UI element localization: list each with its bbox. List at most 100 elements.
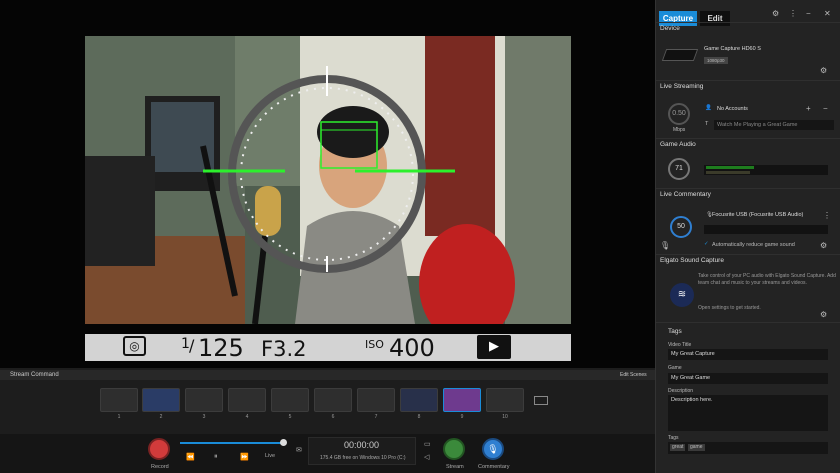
sound-capture-section: Elgato Sound Capture ≋ Take control of y… (656, 254, 840, 322)
scene-number: 4 (245, 414, 249, 420)
seek-track[interactable] (180, 442, 284, 444)
settings-icon[interactable]: ⚙ (772, 10, 780, 18)
pause-icon[interactable]: ⏸ (214, 453, 218, 461)
edit-scenes-link[interactable]: Edit Scenes (620, 370, 647, 380)
sound-capture-link[interactable]: Open settings to get started. (698, 305, 761, 311)
stream-title-input[interactable]: Watch Me Playing a Great Game (714, 120, 834, 130)
account-icon: 👤 (705, 105, 712, 111)
reduce-game-sound-label: Automatically reduce game sound (712, 242, 795, 248)
stream-command-bar: Stream Command Edit Scenes 1 2 3 4 5 6 7… (0, 368, 655, 473)
scene-thumb[interactable] (357, 388, 395, 412)
seek-handle[interactable] (280, 439, 287, 446)
account-select[interactable]: No Accounts (714, 104, 798, 114)
timer-display: 00:00:00 (344, 440, 380, 450)
description-label: Description (668, 388, 694, 394)
game-audio-title: Game Audio (660, 141, 696, 148)
scene-thumb[interactable] (185, 388, 223, 412)
close-icon[interactable]: ✕ (824, 10, 832, 18)
resolution-badge: 1080p30 (704, 57, 728, 64)
monitor-icon[interactable]: ▭ (424, 440, 431, 448)
scene-number: 8 (417, 414, 421, 420)
title-icon: T (705, 121, 709, 127)
scene-number: 9 (460, 414, 464, 420)
transport-controls: Record ⏪ ⏸ ⏩ Live ✉ 00:00:00 175.4 GB fr… (0, 434, 655, 473)
scene-thumb[interactable] (228, 388, 266, 412)
commentary-settings-icon[interactable]: ⚙ (820, 242, 828, 250)
live-streaming-title: Live Streaming (660, 83, 704, 90)
commentary-button[interactable]: 🎙 (482, 438, 504, 460)
shutter-slash: / (189, 336, 195, 355)
panel-tabs: Capture Edit ⚙ ⋮ − ✕ (656, 7, 840, 26)
device-name: Game Capture HD60 S (704, 46, 761, 52)
game-audio-section: Game Audio 71 (656, 138, 840, 188)
scene-number: 1 (117, 414, 121, 420)
game-audio-knob[interactable]: 71 (668, 158, 690, 180)
sound-capture-title: Elgato Sound Capture (660, 257, 724, 264)
stream-label: Stream (446, 464, 464, 470)
metering-icon: ◎ (123, 336, 146, 356)
mic-more-icon[interactable]: ⋮ (823, 211, 831, 220)
disk-space: 175.4 GB free on Windows 10 Pro (C:) (320, 455, 406, 461)
tag-chip[interactable]: game (688, 444, 705, 451)
bitrate-value: 0.50 (672, 110, 686, 117)
live-streaming-section: Live Streaming 0.50 Mbps 👤 No Accounts +… (656, 80, 840, 138)
device-settings-icon[interactable]: ⚙ (820, 67, 828, 75)
scene-number: 2 (159, 414, 163, 420)
commentary-knob[interactable]: 50 (670, 216, 692, 238)
scene-thumb[interactable] (271, 388, 309, 412)
scene-thumb[interactable] (142, 388, 180, 412)
sound-capture-icon: ≋ (670, 283, 694, 307)
scene-number: 10 (502, 414, 508, 420)
capture-device-icon (661, 49, 699, 61)
live-commentary-section: Live Commentary 50 🎙 Focusrite USB (Focu… (656, 188, 840, 254)
reduce-check-icon[interactable]: ✓ (704, 241, 709, 247)
scene-thumb[interactable] (400, 388, 438, 412)
tag-chip[interactable]: great (670, 444, 686, 451)
rewind-icon[interactable]: ⏪ (186, 453, 195, 461)
camera-feed (85, 36, 571, 324)
mic-select[interactable]: Focusrite USB (Focusrite USB Audio) (712, 212, 803, 218)
screenshot-icon[interactable]: ✉ (296, 446, 302, 454)
volume-icon[interactable]: ◁ (424, 453, 429, 461)
tags-section: Tags Video Title My Great Capture Game M… (656, 322, 840, 473)
bitrate-knob[interactable]: 0.50 (668, 103, 690, 125)
add-scene-icon[interactable] (534, 396, 548, 405)
description-input[interactable]: Description here. (668, 395, 828, 431)
game-audio-meter-l (706, 166, 754, 169)
sound-capture-text: Take control of your PC audio with Elgat… (698, 273, 836, 286)
game-audio-meter-r (706, 171, 750, 174)
tags-title: Tags (668, 328, 682, 335)
scene-number: 3 (202, 414, 206, 420)
scene-thumb[interactable] (486, 388, 524, 412)
commentary-label: Commentary (478, 464, 510, 470)
exposure-info-bar: ◎ 1 / 125 F3.2 ISO 400 ▶ (85, 334, 571, 362)
more-icon[interactable]: ⋮ (789, 10, 797, 18)
record-button[interactable] (148, 438, 170, 460)
scene-number: 7 (374, 414, 378, 420)
fast-forward-icon[interactable]: ⏩ (240, 453, 249, 461)
scene-thumb[interactable] (100, 388, 138, 412)
scene-number: 5 (288, 414, 292, 420)
mic-toggle-icon[interactable]: 🎙 (660, 242, 670, 250)
add-account-icon[interactable]: + (806, 104, 811, 113)
game-input[interactable]: My Great Game (668, 373, 828, 384)
video-title-input[interactable]: My Great Capture (668, 349, 828, 360)
sound-capture-settings-icon[interactable]: ⚙ (820, 311, 828, 319)
tags-label: Tags (668, 435, 679, 441)
stream-button[interactable] (443, 438, 465, 460)
iso-value: 400 (389, 334, 435, 362)
commentary-meter-track (704, 225, 828, 234)
capture-panel: Capture Edit ⚙ ⋮ − ✕ Device Game Capture… (655, 0, 840, 473)
iso-label: ISO (365, 338, 384, 351)
live-button[interactable]: Live (265, 453, 275, 459)
scene-number: 6 (331, 414, 335, 420)
commentary-value: 50 (677, 223, 685, 230)
remove-account-icon[interactable]: − (823, 104, 828, 113)
game-audio-value: 71 (675, 165, 683, 172)
device-section: Device Game Capture HD60 S 1080p30 ⚙ (656, 22, 840, 80)
game-label: Game (668, 365, 682, 371)
scene-thumb[interactable] (314, 388, 352, 412)
movie-camera-icon: ▶ (477, 335, 511, 359)
scene-thumb[interactable] (443, 388, 481, 412)
minimize-icon[interactable]: − (806, 10, 814, 18)
